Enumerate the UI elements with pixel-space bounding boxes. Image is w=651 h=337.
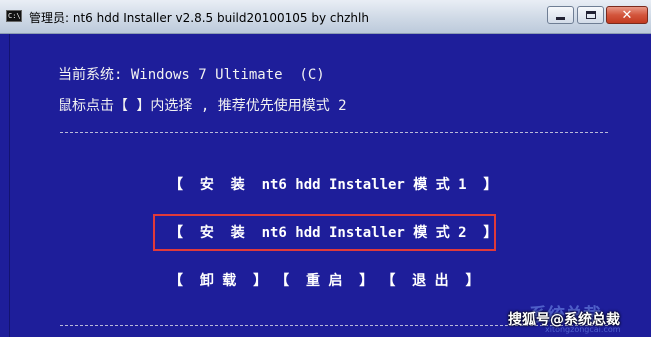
current-system-line: 当前系统: Windows 7 Ultimate (C) xyxy=(58,67,325,83)
restart-button[interactable]: 【 重 启 】 xyxy=(275,270,373,290)
minimize-icon xyxy=(556,17,565,20)
action-row: 【 卸 载 】 【 重 启 】 【 退 出 】 xyxy=(169,270,479,290)
window-title: 管理员: nt6 hdd Installer v2.8.5 build20100… xyxy=(29,11,369,25)
maximize-button[interactable] xyxy=(577,6,604,24)
console-icon: C:\ xyxy=(6,10,22,22)
maximize-icon xyxy=(585,11,596,19)
install-mode-2-button[interactable]: 【 安 装 nt6 hdd Installer 模 式 2 】 xyxy=(169,222,497,242)
console-area: 当前系统: Windows 7 Ultimate (C) 鼠标点击【 】内选择 … xyxy=(9,34,646,337)
close-button[interactable]: ✕ xyxy=(606,6,648,24)
instruction-line: 鼠标点击【 】内选择 , 推荐优先使用模式 2 xyxy=(58,98,347,114)
install-mode-1-button[interactable]: 【 安 装 nt6 hdd Installer 模 式 1 】 xyxy=(169,174,497,194)
uninstall-button[interactable]: 【 卸 载 】 xyxy=(169,270,267,290)
divider-top xyxy=(60,132,608,133)
title-bar[interactable]: C:\ 管理员: nt6 hdd Installer v2.8.5 build2… xyxy=(0,0,651,34)
close-icon: ✕ xyxy=(621,7,633,23)
exit-button[interactable]: 【 退 出 】 xyxy=(381,270,479,290)
minimize-button[interactable] xyxy=(547,6,574,24)
divider-bottom xyxy=(60,325,608,326)
